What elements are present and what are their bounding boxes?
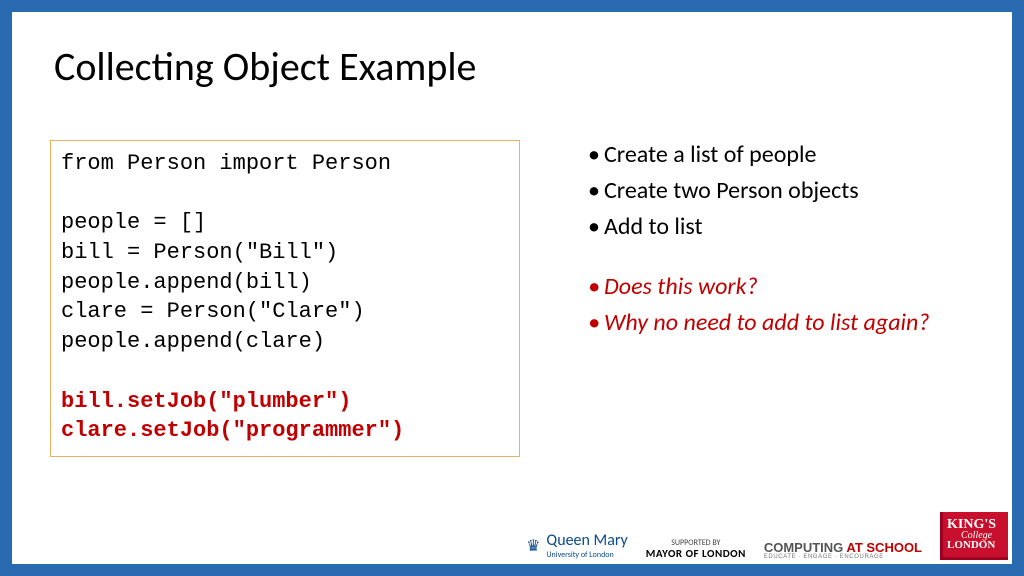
- bullet-item: • Create a list of people: [582, 140, 962, 170]
- bullet-dot-icon: •: [582, 272, 604, 302]
- bullet-dot-icon: •: [582, 176, 604, 206]
- bullet-text: Why no need to add to list again?: [604, 308, 962, 338]
- bullet-item: • Create two Person objects: [582, 176, 962, 206]
- crown-icon: ♛: [526, 536, 540, 556]
- code-line: from Person import Person: [61, 149, 509, 179]
- bullet-dot-icon: •: [582, 140, 604, 170]
- bullet-item-question: • Why no need to add to list again?: [582, 308, 962, 338]
- slide: Collecting Object Example from Person im…: [12, 12, 1012, 564]
- bullet-text: Does this work?: [604, 272, 962, 302]
- bullet-text: Create a list of people: [604, 140, 962, 170]
- code-line: people.append(bill): [61, 268, 509, 298]
- logos-row: ♛ Queen Mary University of London SUPPOR…: [526, 512, 1008, 560]
- bullets-list: • Create a list of people • Create two P…: [582, 140, 962, 344]
- bullet-text: Add to list: [604, 212, 962, 242]
- code-blank: [61, 179, 509, 209]
- kcl-c: LONDON: [947, 540, 1004, 551]
- bullet-dot-icon: •: [582, 212, 604, 242]
- cas-b: AT SCHOOL: [846, 540, 922, 555]
- bullet-dot-icon: •: [582, 308, 604, 338]
- code-box: from Person import Person people = [] bi…: [50, 140, 520, 457]
- bullet-text: Create two Person objects: [604, 176, 962, 206]
- qm-name: Queen Mary: [546, 531, 627, 550]
- code-line-highlight: bill.setJob("plumber"): [61, 387, 509, 417]
- bullet-spacer: [582, 248, 962, 272]
- code-line: clare = Person("Clare"): [61, 297, 509, 327]
- mayor-of-london-logo: SUPPORTED BY MAYOR OF LONDON: [646, 539, 746, 560]
- code-line: bill = Person("Bill"): [61, 238, 509, 268]
- slide-title: Collecting Object Example: [54, 42, 476, 91]
- code-blank: [61, 357, 509, 387]
- cas-a: COMPUTING: [764, 540, 847, 555]
- bullet-item: • Add to list: [582, 212, 962, 242]
- code-line: people = []: [61, 208, 509, 238]
- kings-college-logo: KING'S College LONDON: [940, 512, 1008, 560]
- computing-at-school-logo: COMPUTING AT SCHOOL EDUCATE · ENGAGE · E…: [764, 541, 922, 560]
- queen-mary-logo: ♛ Queen Mary University of London: [526, 531, 628, 560]
- bullet-item-question: • Does this work?: [582, 272, 962, 302]
- mayor-main: MAYOR OF LONDON: [646, 548, 746, 560]
- code-line: people.append(clare): [61, 327, 509, 357]
- qm-sub: University of London: [546, 550, 627, 560]
- code-line-highlight: clare.setJob("programmer"): [61, 416, 509, 446]
